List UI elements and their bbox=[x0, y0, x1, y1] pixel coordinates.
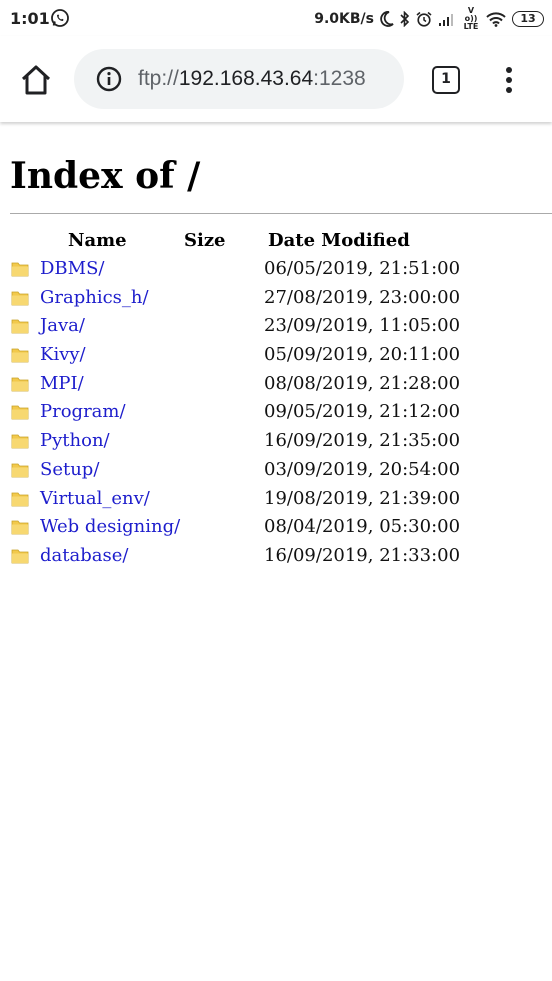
folder-icon bbox=[11, 434, 29, 449]
divider bbox=[10, 213, 552, 214]
folder-link[interactable]: Web designing/ bbox=[40, 516, 180, 537]
date-modified: 16/09/2019, 21:33:00 bbox=[264, 544, 461, 566]
date-modified: 16/09/2019, 21:35:00 bbox=[264, 430, 461, 452]
status-icons: 9.0KB/s Vo)) LTE 13 bbox=[314, 6, 544, 31]
url-bar[interactable]: ftp://192.168.43.64:1238 bbox=[74, 49, 404, 109]
whatsapp-icon bbox=[51, 9, 69, 27]
folder-link[interactable]: Java/ bbox=[40, 315, 85, 336]
browser-toolbar: ftp://192.168.43.64:1238 1 bbox=[0, 36, 552, 122]
folder-icon bbox=[11, 463, 29, 478]
wifi-icon bbox=[486, 12, 506, 27]
url-text[interactable]: ftp://192.168.43.64:1238 bbox=[138, 66, 366, 92]
moon-icon bbox=[380, 11, 394, 27]
list-item: Program/ 09/05/2019, 21:12:00 bbox=[0, 398, 552, 427]
list-item: Graphics_h/ 27/08/2019, 23:00:00 bbox=[0, 284, 552, 313]
info-icon[interactable] bbox=[96, 66, 122, 92]
directory-listing: Name Size Date Modified DBMS/ 06/05/2019… bbox=[0, 227, 552, 571]
more-vert-icon[interactable] bbox=[498, 64, 520, 96]
status-bar: 1:01 9.0KB/s Vo)) LTE 13 bbox=[0, 0, 552, 36]
folder-link[interactable]: Kivy/ bbox=[40, 344, 86, 365]
listing-header: Name Size Date Modified bbox=[0, 227, 552, 255]
battery-icon: 13 bbox=[512, 11, 544, 27]
folder-link[interactable]: Virtual_env/ bbox=[40, 488, 150, 509]
folder-link[interactable]: Python/ bbox=[40, 430, 110, 451]
date-modified: 19/08/2019, 21:39:00 bbox=[264, 487, 461, 509]
date-modified: 09/05/2019, 21:12:00 bbox=[264, 401, 461, 423]
folder-icon bbox=[11, 262, 29, 277]
date-modified: 03/09/2019, 20:54:00 bbox=[264, 458, 461, 480]
page-title: Index of / bbox=[10, 155, 201, 197]
folder-link[interactable]: MPI/ bbox=[40, 373, 84, 394]
list-item: MPI/ 08/08/2019, 21:28:00 bbox=[0, 370, 552, 399]
listing-rows: DBMS/ 06/05/2019, 21:51:00 Graphics_h/ 2… bbox=[0, 255, 552, 571]
url-host: 192.168.43.64 bbox=[178, 67, 314, 90]
date-modified: 08/08/2019, 21:28:00 bbox=[264, 372, 461, 394]
tab-switcher-button[interactable]: 1 bbox=[432, 66, 460, 94]
list-item: Setup/ 03/09/2019, 20:54:00 bbox=[0, 456, 552, 485]
list-item: Kivy/ 05/09/2019, 20:11:00 bbox=[0, 341, 552, 370]
date-modified: 08/04/2019, 05:30:00 bbox=[264, 516, 461, 538]
folder-icon bbox=[11, 520, 29, 535]
network-speed: 9.0KB/s bbox=[314, 11, 374, 27]
folder-icon bbox=[11, 406, 29, 420]
column-header-date[interactable]: Date Modified bbox=[268, 230, 410, 251]
folder-icon bbox=[11, 319, 29, 334]
folder-link[interactable]: Program/ bbox=[40, 401, 126, 422]
bluetooth-icon bbox=[400, 11, 410, 27]
folder-icon bbox=[11, 377, 29, 392]
url-port: :1238 bbox=[313, 67, 366, 90]
home-icon[interactable] bbox=[18, 62, 54, 98]
alarm-icon bbox=[416, 11, 432, 27]
signal-icon bbox=[439, 14, 453, 26]
column-header-name[interactable]: Name bbox=[68, 230, 127, 251]
folder-icon bbox=[11, 291, 29, 306]
folder-icon bbox=[11, 348, 29, 363]
list-item: database/ 16/09/2019, 21:33:00 bbox=[0, 542, 552, 571]
folder-link[interactable]: database/ bbox=[40, 545, 128, 566]
volte-icon: Vo)) LTE bbox=[463, 6, 479, 31]
column-header-size[interactable]: Size bbox=[184, 230, 226, 251]
url-scheme: ftp:// bbox=[138, 67, 179, 90]
folder-link[interactable]: Graphics_h/ bbox=[40, 287, 149, 308]
date-modified: 23/09/2019, 11:05:00 bbox=[264, 315, 461, 337]
status-time: 1:01 bbox=[10, 9, 50, 28]
folder-icon bbox=[11, 492, 29, 506]
folder-link[interactable]: DBMS/ bbox=[40, 258, 105, 279]
list-item: Python/ 16/09/2019, 21:35:00 bbox=[0, 427, 552, 456]
folder-icon bbox=[11, 549, 29, 564]
date-modified: 05/09/2019, 20:11:00 bbox=[264, 344, 461, 366]
date-modified: 06/05/2019, 21:51:00 bbox=[264, 258, 461, 279]
list-item: Virtual_env/ 19/08/2019, 21:39:00 bbox=[0, 485, 552, 514]
date-modified: 27/08/2019, 23:00:00 bbox=[264, 286, 461, 308]
list-item: Web designing/ 08/04/2019, 05:30:00 bbox=[0, 513, 552, 542]
list-item: Java/ 23/09/2019, 11:05:00 bbox=[0, 312, 552, 341]
list-item: DBMS/ 06/05/2019, 21:51:00 bbox=[0, 255, 552, 284]
folder-link[interactable]: Setup/ bbox=[40, 459, 99, 480]
